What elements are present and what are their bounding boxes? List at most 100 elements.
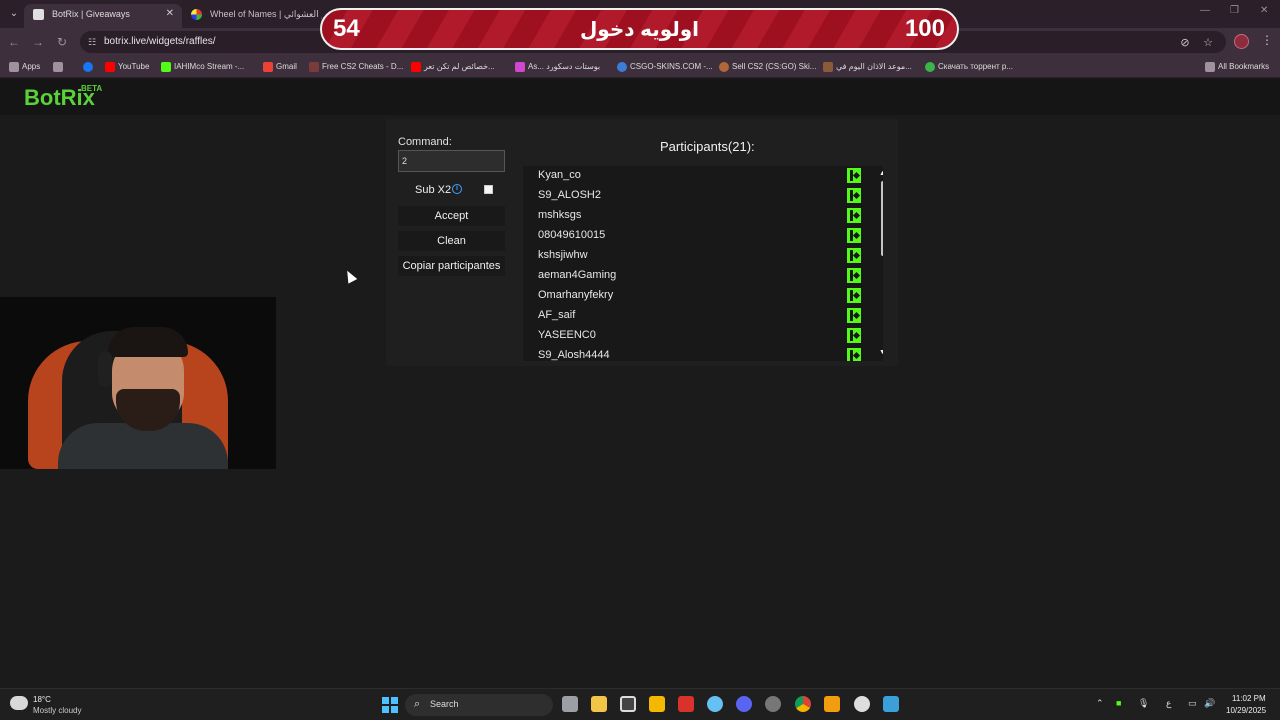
tab-search-icon[interactable]: ⌄ [6,6,22,22]
tab-title: BotRix | Giveaways [52,9,130,19]
menu-icon[interactable]: ⋮ [1261,33,1273,47]
weather-temperature[interactable]: 18°C [33,695,51,704]
scroll-up-icon[interactable]: ▲ [879,170,883,177]
tab-title: Wheel of Names | سم العشوائي [210,9,322,19]
youtube-icon [411,62,421,72]
bookmark-sell-skins[interactable]: Sell CS2 (CS:GO) Ski... [718,56,816,78]
maximize-icon[interactable]: ❐ [1230,5,1239,16]
volume-icon[interactable]: 🔊 [1204,698,1215,709]
bookmark-cheats[interactable]: Free CS2 Cheats - D... [308,56,403,78]
list-item: Kyan_co [523,166,863,186]
kick-icon [847,168,861,183]
site-info-icon[interactable]: ☷ [88,36,100,48]
bookmark-grid[interactable] [52,56,66,78]
scrollbar-thumb[interactable] [881,181,883,256]
bookmark-csgo-skins[interactable]: CSGO-SKINS.COM -... [616,56,713,78]
bookmark-youtube[interactable]: YouTube [104,56,149,78]
bookmark-apps[interactable]: Apps [8,56,40,78]
eye-off-icon[interactable]: ⊘ [1178,36,1192,50]
star-icon[interactable]: ☆ [1201,36,1215,50]
participant-name: AF_saif [538,309,576,321]
bookmark-torrent[interactable]: Скачать торрент р... [924,56,1013,78]
participant-name: aeman4Gaming [538,269,617,281]
forward-icon[interactable]: → [30,34,46,50]
kick-icon [161,62,171,72]
clean-button[interactable]: Clean [398,231,505,251]
list-item: AF_saif [523,306,863,326]
kick-tray-icon[interactable]: ■ [1116,698,1121,708]
profile-avatar[interactable] [1234,34,1249,49]
windows-start-icon[interactable] [382,697,398,713]
list-item: 08049610015 [523,226,863,246]
taskbar-search[interactable]: ⌕ Search [405,694,553,716]
accept-button[interactable]: Accept [398,206,505,226]
participant-name: kshsjiwhw [538,249,588,261]
streamer-hair [108,327,188,357]
red-app-icon[interactable] [678,696,694,712]
network-icon[interactable]: ▭ [1188,698,1197,709]
close-window-icon[interactable]: ✕ [1260,5,1268,16]
orange-app-icon[interactable] [824,696,840,712]
reload-icon[interactable]: ↻ [54,34,70,50]
participant-name: 08049610015 [538,229,606,241]
bookmark-all[interactable]: All Bookmarks [1204,56,1269,78]
screen: ⌄ BotRix | Giveaways ✕ Wheel of Names | … [0,0,1280,720]
list-item: mshksgs [523,206,863,226]
bookmark-arabic-video[interactable]: خصائص لم تكن تعر... [410,56,495,78]
apps-grid-icon [9,62,19,72]
kick-icon [847,348,861,361]
steam-icon[interactable] [707,696,723,712]
torrent-icon [925,62,935,72]
url-text: botrix.live/widgets/raffles/ [104,36,216,47]
bookmark-kick[interactable]: IAHIMco Stream -... [160,56,244,78]
yellow-app-icon[interactable] [649,696,665,712]
grid-icon [53,62,63,72]
back-icon[interactable]: ← [6,34,22,50]
command-input[interactable] [398,150,505,172]
bookmark-prayer[interactable]: موعد الاذان اليوم في... [822,56,912,78]
overlay-goal-count: 100 [904,15,945,42]
notepad-icon[interactable] [883,696,899,712]
windows-taskbar: 18°C Mostly cloudy ⌕ Search ⌃ ■ 🎙 ع ▭ 🔊 … [0,688,1280,720]
list-item: S9_ALOSH2 [523,186,863,206]
tab-wheel-of-names[interactable]: Wheel of Names | سم العشوائي [182,4,322,28]
info-icon[interactable]: i [452,184,462,194]
weather-description[interactable]: Mostly cloudy [33,706,81,715]
search-label: Search [430,699,459,709]
clock-date[interactable]: 10/29/2025 [1226,706,1266,715]
participants-title: Participants(21): [660,139,755,154]
youtube-icon [105,62,115,72]
kick-icon [847,188,861,203]
botrix-favicon-icon [33,9,44,20]
kick-icon [847,268,861,283]
microphone-icon[interactable]: 🎙 [1138,698,1149,709]
sync-icon[interactable] [765,696,781,712]
list-item: kshsjiwhw [523,246,863,266]
clock-time[interactable]: 11:02 PM [1232,694,1266,703]
cloud-icon[interactable] [10,696,28,710]
chrome-icon[interactable] [795,696,811,712]
sub-x2-checkbox[interactable] [484,185,493,194]
kick-icon [847,328,861,343]
language-indicator[interactable]: ع [1166,698,1171,709]
copy-participants-button[interactable]: Copiar participantes [398,256,505,276]
folder-icon[interactable] [591,696,607,712]
csgo-skins-icon [617,62,627,72]
bookmark-facebook[interactable] [82,56,96,78]
app-header: BotRix BETA [0,79,1280,115]
close-tab-icon[interactable]: ✕ [166,4,174,24]
g-app-icon[interactable] [620,696,636,712]
minimize-icon[interactable]: — [1200,5,1210,16]
tray-overflow-icon[interactable]: ⌃ [1096,698,1104,709]
kick-icon [847,228,861,243]
taskview-icon[interactable] [562,696,578,712]
settings-icon[interactable] [854,696,870,712]
scroll-down-icon[interactable]: ▼ [879,349,883,356]
command-label: Command: [398,136,452,148]
tab-botrix[interactable]: BotRix | Giveaways ✕ [24,4,182,28]
discord-icon[interactable] [736,696,752,712]
list-item: YASEENC0 [523,326,863,346]
bookmark-gmail[interactable]: Gmail [262,56,297,78]
bookmark-discord-posts[interactable]: As... بوستات دسكورد [514,56,600,78]
participants-list[interactable]: Kyan_co S9_ALOSH2 mshksgs 08049610015 ks… [523,166,883,361]
